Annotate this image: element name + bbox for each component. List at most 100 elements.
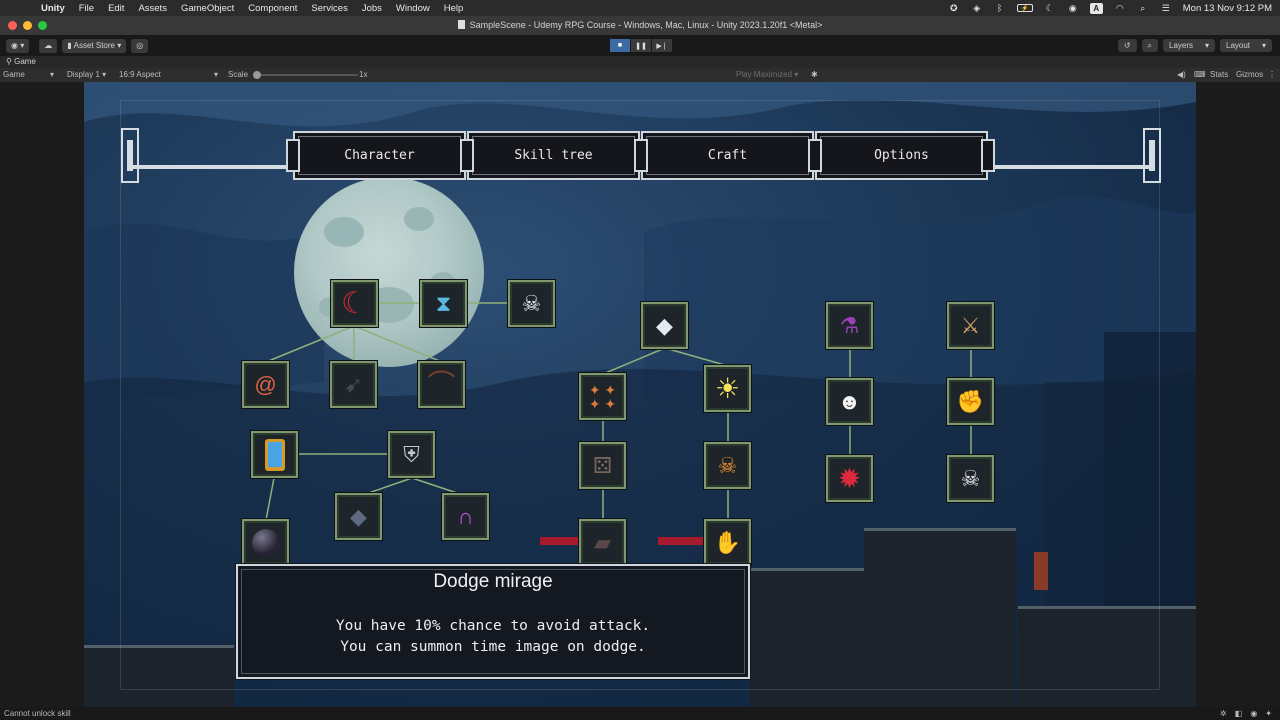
package-manager-button[interactable]: ◎: [131, 38, 149, 53]
search-icon[interactable]: ⌕: [1141, 39, 1158, 52]
rail-left-post: [121, 128, 139, 183]
dark-blade-icon: ➹: [344, 371, 363, 397]
skill-slot-mirror[interactable]: [251, 431, 298, 478]
skill-slot-knight[interactable]: ⛨: [388, 431, 435, 478]
battery-icon[interactable]: ⚡: [1016, 4, 1033, 12]
menu-assets[interactable]: Assets: [131, 3, 174, 14]
menu-services[interactable]: Services: [304, 3, 354, 14]
skill-slot-hourglass[interactable]: ⧗: [420, 280, 467, 327]
layout-dropdown[interactable]: Layout ▾: [1220, 39, 1272, 52]
tab-options[interactable]: Options: [808, 131, 995, 180]
bluetooth-icon[interactable]: ᛒ: [994, 3, 1006, 13]
pause-button[interactable]: ❚❚: [631, 39, 651, 52]
skill-slot-fist[interactable]: ✊: [947, 378, 994, 425]
skill-slot-fire-skull[interactable]: ☠: [704, 442, 751, 489]
play-maximized-dropdown[interactable]: Play Maximized ▾: [736, 69, 798, 81]
magic-hand-icon: ✋: [713, 529, 742, 555]
account-dropdown[interactable]: ◉ ▾: [6, 38, 30, 53]
skill-slot-skull-sword[interactable]: ☠: [508, 280, 555, 327]
tab-skill-tree[interactable]: Skill tree: [460, 131, 640, 180]
locked-skill-bar: [658, 537, 703, 545]
scale-slider-track[interactable]: [258, 74, 358, 76]
skill-slot-dark-blade[interactable]: ➹: [330, 361, 377, 408]
keyboard-icon[interactable]: ⌨: [1194, 69, 1206, 81]
skill-slot-crossbow[interactable]: ⚔: [947, 302, 994, 349]
evil-grin-icon: ☻: [837, 388, 862, 414]
skill-slot-magic-hand[interactable]: ✋: [704, 519, 751, 566]
history-button[interactable]: ↺: [1117, 39, 1137, 52]
skill-slot-diamond[interactable]: ◆: [641, 302, 688, 349]
cloud-button[interactable]: ☁: [39, 38, 58, 53]
play-circle-icon[interactable]: ◉: [1067, 3, 1079, 13]
window-title-bar: SampleScene - Udemy RPG Course - Windows…: [0, 16, 1280, 35]
display-dropdown[interactable]: Display 1 ▾: [67, 69, 106, 81]
menu-window[interactable]: Window: [389, 3, 437, 14]
layout-label: Layout: [1226, 41, 1251, 50]
skill-slot-card[interactable]: ▰: [579, 519, 626, 566]
tab-craft[interactable]: Craft: [634, 131, 814, 180]
skill-slot-evil-grin[interactable]: ☻: [826, 378, 873, 425]
aspect-dropdown[interactable]: 16:9 Aspect: [119, 69, 161, 81]
play-button[interactable]: ■: [610, 39, 630, 52]
skill-slot-rubble[interactable]: ◆: [335, 493, 382, 540]
crossbow-sword-icon: ⚔: [960, 312, 981, 338]
skill-slot-spiral[interactable]: @: [242, 361, 289, 408]
wifi-icon[interactable]: ◠: [1114, 3, 1126, 13]
mute-audio-icon[interactable]: ◀): [1177, 69, 1186, 81]
game-view-tab[interactable]: ⚲ Game: [0, 56, 1280, 68]
gizmos-button[interactable]: Gizmos: [1236, 69, 1263, 81]
scale-slider-handle[interactable]: [253, 71, 261, 79]
stats-button[interactable]: Stats: [1210, 69, 1228, 81]
bug-icon[interactable]: ✱: [811, 69, 818, 81]
menu-tabs: Character Skill tree Craft Options: [286, 131, 995, 180]
menu-unity[interactable]: Unity: [34, 3, 72, 14]
skill-slot-purple-mage[interactable]: ⚗: [826, 302, 873, 349]
game-mode-chevron-icon[interactable]: ▾: [50, 69, 54, 81]
progress-icon[interactable]: ◧: [1235, 707, 1243, 720]
skill-slot-dark-orb[interactable]: [242, 519, 289, 566]
dropbox-icon[interactable]: ◈: [971, 3, 983, 13]
control-center-icon[interactable]: ☰: [1160, 3, 1172, 13]
game-view-toolbar: Game ▾ Display 1 ▾ 16:9 Aspect ▾ Scale 1…: [0, 68, 1280, 82]
skill-slot-sun[interactable]: ☀: [704, 365, 751, 412]
step-button[interactable]: ▶❘: [652, 39, 672, 52]
diamond-icon: ◆: [656, 312, 673, 338]
aspect-label: 16:9 Aspect: [119, 70, 161, 79]
zoom-window-button[interactable]: [38, 21, 47, 30]
window-controls: [8, 21, 47, 30]
tab-character-label: Character: [344, 148, 415, 163]
menu-help[interactable]: Help: [437, 3, 471, 14]
status-message[interactable]: Cannot unlock skill: [4, 709, 71, 718]
layers-dropdown[interactable]: Layers ▾: [1163, 39, 1215, 52]
skill-slot-boomerang[interactable]: ⌒: [418, 361, 465, 408]
skill-slot-dice[interactable]: ⚄: [579, 442, 626, 489]
aspect-chevron-icon[interactable]: ▾: [214, 69, 218, 81]
network-icon[interactable]: ◉: [1250, 707, 1257, 720]
skill-slot-red-scythe[interactable]: ☾: [331, 280, 378, 327]
more-options-icon[interactable]: ⋮: [1268, 69, 1276, 81]
asset-store-dropdown[interactable]: ▮ Asset Store ▾: [62, 38, 127, 53]
menu-edit[interactable]: Edit: [101, 3, 131, 14]
skill-slot-sparks[interactable]: ✦ ✦ ✦ ✦: [579, 373, 626, 420]
skill-slot-shadow-portal[interactable]: ∩: [442, 493, 489, 540]
menu-gameobject[interactable]: GameObject: [174, 3, 241, 14]
autogenerate-lighting-icon[interactable]: ✦: [1265, 707, 1272, 720]
sun-burst-icon: ☀: [714, 372, 741, 404]
tab-character[interactable]: Character: [286, 131, 466, 180]
input-source-indicator[interactable]: A: [1089, 2, 1103, 14]
game-mode-dropdown[interactable]: Game: [3, 69, 25, 81]
fist-icon: ✊: [956, 388, 985, 414]
unity-hub-icon[interactable]: ✪: [948, 3, 960, 13]
bug-report-icon[interactable]: ✲: [1220, 707, 1227, 720]
focus-moon-icon[interactable]: ☾: [1044, 3, 1056, 13]
close-window-button[interactable]: [8, 21, 17, 30]
spotlight-search-icon[interactable]: ⌕: [1137, 3, 1149, 13]
skill-slot-red-burst[interactable]: ✹: [826, 455, 873, 502]
menu-component[interactable]: Component: [241, 3, 304, 14]
minimize-window-button[interactable]: [23, 21, 32, 30]
play-controls: ■ ❚❚ ▶❘: [610, 39, 672, 52]
menu-file[interactable]: File: [72, 3, 101, 14]
skill-slot-ghost-skull[interactable]: ☠: [947, 455, 994, 502]
menu-clock[interactable]: Mon 13 Nov 9:12 PM: [1183, 3, 1272, 14]
menu-jobs[interactable]: Jobs: [355, 3, 389, 14]
